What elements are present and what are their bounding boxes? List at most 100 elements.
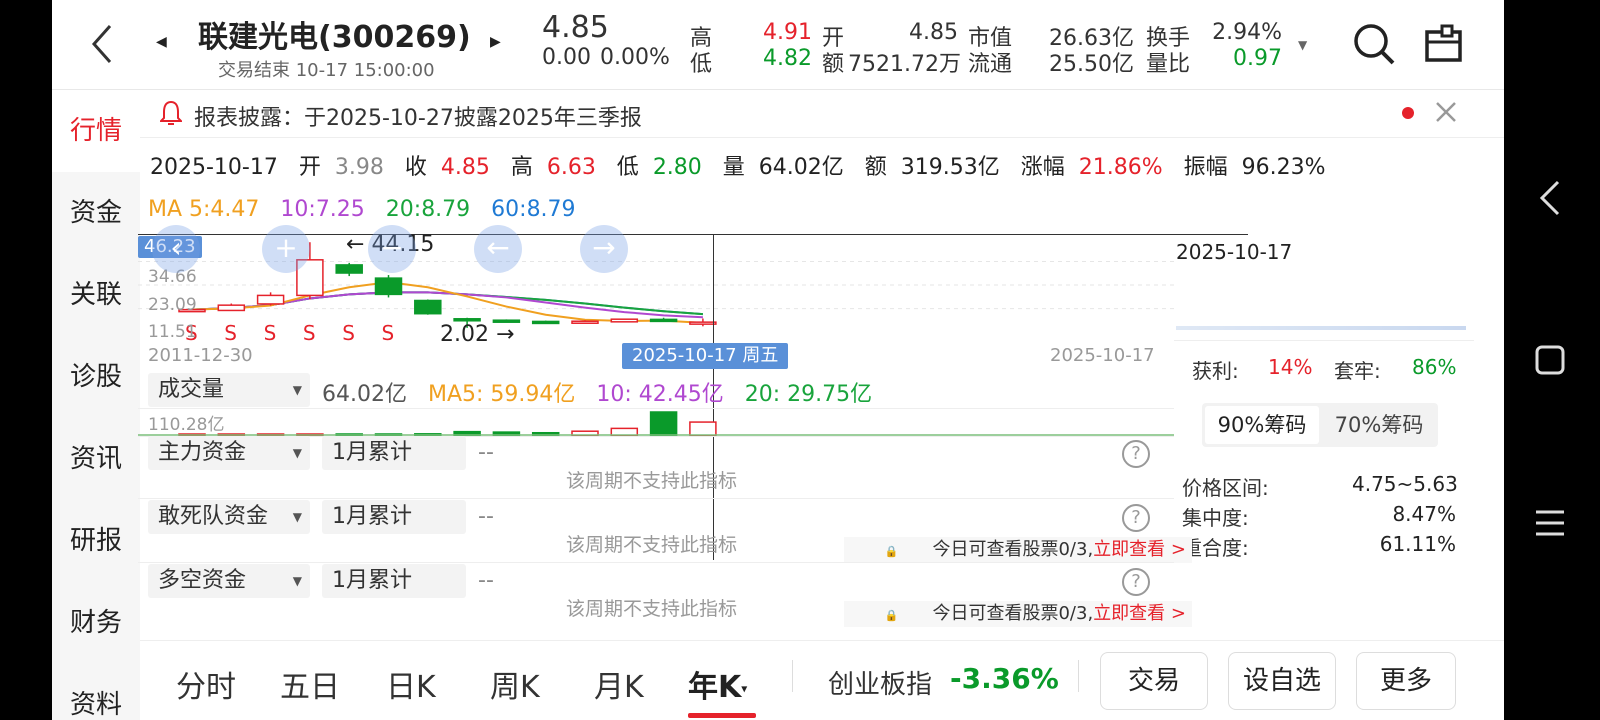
tab-chip-70[interactable]: 70%筹码: [1322, 406, 1436, 444]
system-menu-button[interactable]: [1534, 508, 1566, 542]
view-quota-tip[interactable]: 🔒 今日可查看股票0/3,立即查看 >: [844, 537, 1192, 563]
period-selector[interactable]: 1月累计: [322, 500, 466, 534]
help-icon[interactable]: ?: [1122, 440, 1150, 468]
tab-chip-90[interactable]: 90%筹码: [1205, 406, 1319, 444]
range-label: 价格区间:: [1182, 476, 1269, 500]
candle: [649, 317, 678, 323]
report-notice[interactable]: 报表披露：于2025-10-27披露2025年三季报: [140, 90, 1504, 138]
dividend-marker[interactable]: S: [382, 321, 395, 345]
ma10-label: 10:7.25: [280, 197, 365, 222]
dividend-marker[interactable]: S: [264, 321, 277, 345]
back-button[interactable]: [88, 22, 116, 66]
nav-item-profile[interactable]: 资料: [52, 664, 140, 720]
next-stock-button[interactable]: ▶: [490, 34, 501, 50]
nav-item-research[interactable]: 研报: [52, 500, 140, 582]
tab-5day[interactable]: 五日: [280, 662, 340, 706]
pan-right-button[interactable]: →: [580, 225, 628, 273]
pan-left-button[interactable]: ←: [474, 225, 522, 273]
float-value: 25.50亿: [1049, 52, 1134, 77]
bar-chg: 21.86%: [1078, 155, 1163, 180]
indicator-selector-long-short-funds[interactable]: 多空资金 ▼: [148, 564, 310, 598]
tab-yearly-k[interactable]: 年K▾: [688, 662, 747, 706]
indicator-selector-main-funds[interactable]: 主力资金 ▼: [148, 436, 310, 470]
bar-vol: 64.02亿: [758, 155, 844, 180]
notice-text: 报表披露：于2025-10-27披露2025年三季报: [194, 106, 642, 131]
trade-button[interactable]: 交易: [1100, 652, 1208, 710]
nav-item-finance[interactable]: 财务: [52, 582, 140, 664]
stock-detail-screen: ◀ 联建光电(300269) ▶ 交易结束 10-17 15:00:00 4.8…: [52, 0, 1504, 720]
zoom-out-button[interactable]: −: [368, 225, 416, 273]
bar-close: 4.85: [440, 155, 490, 180]
chip-tabs: 90%筹码 70%筹码: [1202, 403, 1438, 447]
bar-chg-label: 涨幅: [1020, 155, 1065, 180]
vol-ma5: MA5: 59.94亿: [427, 382, 576, 407]
tab-intraday[interactable]: 分时: [176, 662, 236, 706]
indicator-divider: [138, 562, 1174, 563]
more-button[interactable]: 更多: [1356, 652, 1456, 710]
view-now-link[interactable]: 立即查看 >: [1093, 539, 1186, 560]
index-value[interactable]: -3.36%: [950, 662, 1059, 695]
active-tab-indicator: [688, 713, 756, 718]
stock-name: 联建光电(300269): [198, 20, 471, 55]
float-label: 流通: [968, 52, 1013, 77]
dividend-marker[interactable]: S: [224, 321, 237, 345]
dividend-marker[interactable]: S: [342, 321, 355, 345]
scroll-left-button[interactable]: ‹: [152, 225, 200, 273]
ma-legend[interactable]: MA 5:4.47 10:7.25 20:8.79 60:8.79: [148, 197, 576, 222]
add-watchlist-button[interactable]: 设自选: [1228, 652, 1336, 710]
candle: [689, 318, 717, 327]
system-home-button[interactable]: [1534, 344, 1566, 380]
period-selector[interactable]: 1月累计: [322, 564, 466, 598]
min-price-label: 2.02 →: [440, 322, 515, 347]
candle: [531, 320, 560, 325]
view-now-link[interactable]: 立即查看 >: [1093, 603, 1186, 624]
nav-item-news[interactable]: 资讯: [52, 418, 140, 500]
system-back-button[interactable]: [1538, 180, 1562, 220]
chip-divider: [1174, 340, 1474, 341]
tab-divider: [792, 660, 793, 692]
indicator-name: 多空资金: [158, 568, 247, 593]
bar-date: 2025-10-17: [150, 155, 278, 180]
bar-close-label: 收: [404, 155, 427, 180]
unread-dot: [1402, 107, 1414, 119]
volume-svg: [138, 411, 1174, 437]
tab-monthly-k[interactable]: 月K: [594, 662, 644, 706]
tab-daily-k[interactable]: 日K: [386, 662, 436, 706]
nav-item-diagnose[interactable]: 诊股: [52, 336, 140, 418]
candle: [217, 303, 246, 312]
edit-button[interactable]: [1424, 24, 1464, 68]
bar-amt-label: 额: [864, 155, 887, 180]
candle: [571, 320, 599, 324]
expand-quote-icon[interactable]: ▼: [1298, 38, 1307, 52]
zoom-in-button[interactable]: +: [262, 225, 310, 273]
index-name[interactable]: 创业板指: [828, 664, 932, 701]
x-end-date: 2025-10-17: [1050, 345, 1155, 366]
period-selector[interactable]: 1月累计: [322, 436, 466, 470]
nav-item-market[interactable]: 行情: [52, 90, 140, 172]
help-icon[interactable]: ?: [1122, 568, 1150, 596]
indicator-selector-dare-funds[interactable]: 敢死队资金 ▼: [148, 500, 310, 534]
tab-divider: [1078, 660, 1079, 692]
nav-item-related[interactable]: 关联: [52, 254, 140, 336]
help-icon[interactable]: ?: [1122, 504, 1150, 532]
tab-weekly-k[interactable]: 周K: [490, 662, 540, 706]
search-button[interactable]: [1352, 22, 1396, 70]
prev-stock-button[interactable]: ◀: [156, 34, 167, 50]
candle: [610, 318, 639, 323]
chip-panel-date: 2025-10-17: [1176, 240, 1293, 264]
nav-item-funds[interactable]: 资金: [52, 172, 140, 254]
ma20-label: 20:8.79: [385, 197, 471, 222]
header: ◀ 联建光电(300269) ▶ 交易结束 10-17 15:00:00 4.8…: [52, 0, 1504, 90]
ma60-label: 60:8.79: [491, 197, 576, 222]
chevron-left-icon: [91, 25, 112, 63]
bar-low: 2.80: [652, 155, 702, 180]
bar-high-label: 高: [510, 155, 533, 180]
dividend-marker[interactable]: S: [303, 321, 316, 345]
ohlc-bar: 2025-10-17 开 3.98 收 4.85 高 6.63 低 2.80 量…: [150, 149, 1326, 181]
volume-selector[interactable]: 成交量 ▼: [148, 373, 310, 407]
profit-value: 14%: [1268, 355, 1313, 379]
volratio-label: 量比: [1146, 52, 1191, 77]
view-quota-tip[interactable]: 🔒 今日可查看股票0/3,立即查看 >: [844, 601, 1192, 627]
volume-chart[interactable]: [138, 408, 1174, 437]
close-notice-button[interactable]: [1434, 100, 1458, 128]
